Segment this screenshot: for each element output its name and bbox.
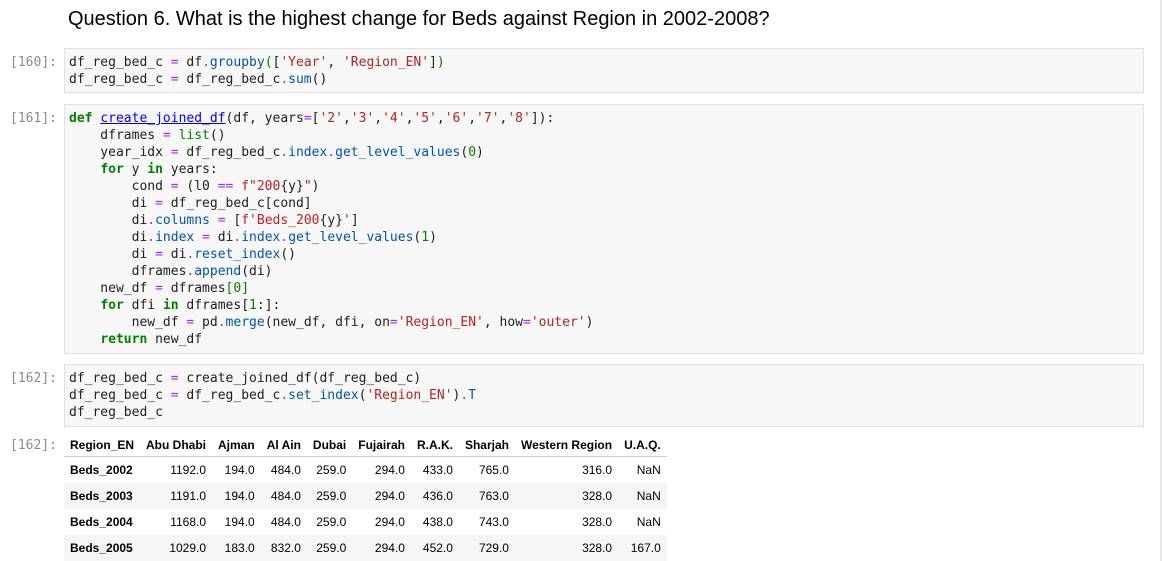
code-cell-160[interactable]: df_reg_bed_c = df.groupby(['Year', 'Regi… — [64, 48, 1144, 93]
column-header: Western Region — [514, 434, 619, 457]
row-label: Beds_2002 — [70, 463, 133, 477]
table-cell: 484.0 — [270, 515, 301, 529]
row-label: Beds_2003 — [70, 489, 133, 503]
table-cell: 259.0 — [316, 515, 347, 529]
table-row: Beds_2004 1168.0 194.0 484.0 259.0 294.0… — [64, 509, 667, 535]
column-header: U.A.Q. — [618, 434, 667, 457]
table-row: Beds_2002 1192.0 194.0 484.0 259.0 294.0… — [64, 457, 667, 484]
table-cell: NaN — [636, 463, 661, 477]
table-cell: 763.0 — [478, 489, 509, 503]
table-cell: 328.0 — [582, 541, 613, 555]
table-cell: 743.0 — [478, 515, 509, 529]
table-cell: 259.0 — [316, 489, 347, 503]
table-cell: 183.0 — [224, 541, 255, 555]
table-cell: 1192.0 — [170, 463, 207, 477]
table-row: Beds_2005 1029.0 183.0 832.0 259.0 294.0… — [64, 535, 667, 561]
code-cell-source[interactable]: df_reg_bed_c = df.groupby(['Year', 'Regi… — [69, 54, 445, 88]
table-cell: 167.0 — [630, 541, 661, 555]
cell-prompt-162: [162]: — [10, 371, 57, 386]
cell-prompt-160: [160]: — [10, 55, 57, 70]
column-header: Dubai — [306, 434, 353, 457]
table-cell: 259.0 — [316, 541, 347, 555]
column-header: Sharjah — [458, 434, 515, 457]
table-cell: 729.0 — [478, 541, 509, 555]
dataframe-output: Region_EN Abu Dhabi Ajman Al Ain Dubai F… — [64, 434, 667, 561]
table-cell: 294.0 — [374, 463, 405, 477]
table-cell: 484.0 — [270, 463, 301, 477]
table-cell: 452.0 — [422, 541, 453, 555]
table-cell: 436.0 — [422, 489, 453, 503]
table-cell: 328.0 — [582, 515, 613, 529]
table-cell: 294.0 — [374, 515, 405, 529]
table-cell: 1191.0 — [170, 489, 207, 503]
table-cell: 194.0 — [224, 489, 255, 503]
table-cell: 438.0 — [422, 515, 453, 529]
table-cell: 328.0 — [582, 489, 613, 503]
column-header: Al Ain — [260, 434, 307, 457]
column-header: Region_EN — [64, 434, 141, 457]
table-cell: 433.0 — [422, 463, 453, 477]
code-cell-source[interactable]: def create_joined_df(df, years=['2','3',… — [69, 110, 593, 348]
cell-prompt-161: [161]: — [10, 111, 57, 126]
table-cell: 294.0 — [374, 541, 405, 555]
table-cell: 484.0 — [270, 489, 301, 503]
column-header: Fujairah — [352, 434, 411, 457]
code-cell-source[interactable]: df_reg_bed_c = create_joined_df(df_reg_b… — [69, 370, 476, 421]
table-row: Beds_2003 1191.0 194.0 484.0 259.0 294.0… — [64, 483, 667, 509]
table-cell: 294.0 — [374, 489, 405, 503]
code-cell-162[interactable]: df_reg_bed_c = create_joined_df(df_reg_b… — [64, 364, 1144, 427]
table-cell: 316.0 — [582, 463, 613, 477]
table-cell: 1029.0 — [169, 541, 207, 555]
table-cell: 194.0 — [224, 515, 255, 529]
table-cell: NaN — [636, 489, 661, 503]
row-label: Beds_2004 — [70, 515, 133, 529]
table-cell: 1168.0 — [170, 515, 207, 529]
table-cell: 765.0 — [478, 463, 509, 477]
table-cell: 832.0 — [270, 541, 301, 555]
column-header: R.A.K. — [410, 434, 459, 457]
table-cell: 259.0 — [316, 463, 347, 477]
table-header-row: Region_EN Abu Dhabi Ajman Al Ain Dubai F… — [64, 434, 667, 457]
code-cell-161[interactable]: def create_joined_df(df, years=['2','3',… — [64, 104, 1144, 354]
output-prompt-162: [162]: — [10, 438, 57, 453]
question-heading: Question 6. What is the highest change f… — [68, 8, 770, 30]
column-header: Ajman — [212, 434, 261, 457]
column-header: Abu Dhabi — [140, 434, 213, 457]
table-cell: NaN — [636, 515, 661, 529]
table-cell: 194.0 — [224, 463, 255, 477]
row-label: Beds_2005 — [70, 541, 133, 555]
